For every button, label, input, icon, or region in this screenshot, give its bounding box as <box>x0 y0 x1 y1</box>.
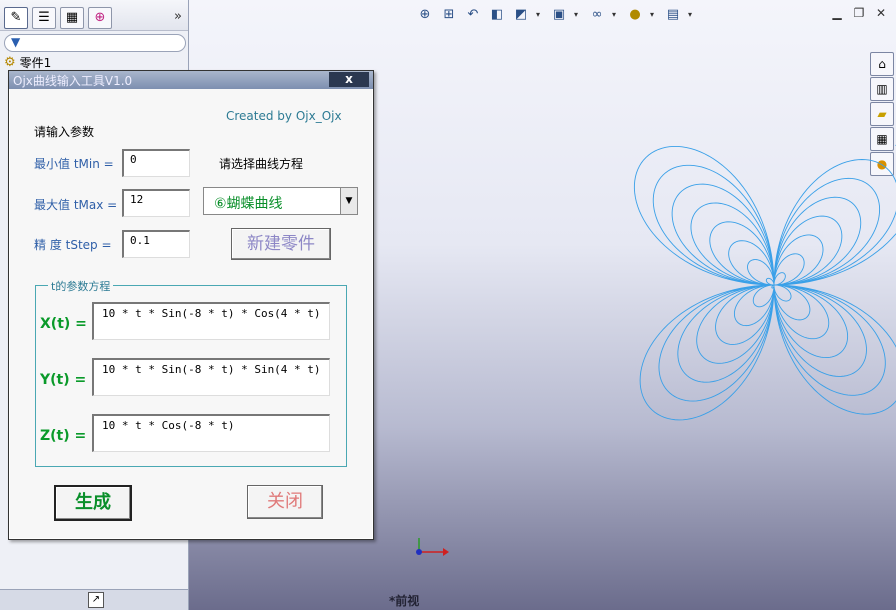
tmin-input[interactable]: 0 <box>122 149 190 177</box>
z-equation-label: Z(t) = <box>40 428 87 444</box>
home-icon[interactable]: ⌂ <box>870 52 894 76</box>
previous-view-icon[interactable]: ↶ <box>464 6 482 24</box>
generate-button[interactable]: 生成 <box>54 485 132 521</box>
filter-bar[interactable]: ▼ <box>4 34 186 52</box>
close-icon[interactable]: ✕ <box>874 6 888 20</box>
view-orientation-icon[interactable]: ◩ <box>512 6 530 24</box>
select-prompt: 请选择曲线方程 <box>219 157 304 171</box>
filter-icon: ▼ <box>11 35 21 49</box>
x-equation-label: X(t) = <box>40 316 87 332</box>
butterfly-curve <box>633 144 896 421</box>
minimize-icon[interactable]: ▁ <box>830 6 844 20</box>
credit-label: Created by Ojx_Ojx <box>226 109 342 123</box>
dimxpert-tab-icon[interactable]: ⊕ <box>88 7 112 29</box>
panel-tabs: ✎ ☰ ▦ ⊕ » <box>0 0 188 31</box>
chevron-down-icon[interactable]: ▾ <box>536 6 544 24</box>
section-view-icon[interactable]: ◧ <box>488 6 506 24</box>
curve-select[interactable]: ⑥蝴蝶曲线 ▼ <box>203 187 358 215</box>
window-controls: ▁ ❐ ✕ <box>830 6 888 20</box>
chevron-down-icon[interactable]: ▾ <box>650 6 658 24</box>
view-settings-icon[interactable]: ▤ <box>664 6 682 24</box>
panel-bottom-bar: ↗ <box>0 589 188 610</box>
chevron-down-icon[interactable]: ▾ <box>688 6 696 24</box>
input-prompt: 请输入参数 <box>34 125 95 139</box>
tree-root-label: 零件1 <box>19 55 52 70</box>
display-style-icon[interactable]: ▣ <box>550 6 568 24</box>
dialog-titlebar[interactable]: Ojx曲线输入工具V1.0 x <box>9 71 373 89</box>
heads-up-view-toolbar: ⊕ ⊞ ↶ ◧ ◩ ▾ ▣ ▾ ∞ ▾ ● ▾ ▤ ▾ <box>416 6 696 24</box>
z-equation-input[interactable]: 10 * t * Cos(-8 * t) <box>92 414 330 452</box>
x-equation-input[interactable]: 10 * t * Sin(-8 * t) * Cos(4 * t) <box>92 302 330 340</box>
view-name-label: *前视 <box>389 594 420 608</box>
edit-appearance-icon[interactable]: ● <box>626 6 644 24</box>
part-icon: ⚙ <box>4 54 16 70</box>
tmax-input[interactable]: 12 <box>122 189 190 217</box>
dialog-title: Ojx曲线输入工具V1.0 <box>13 74 133 88</box>
chevron-down-icon[interactable]: ▾ <box>612 6 620 24</box>
group-title: t的参数方程 <box>48 278 114 294</box>
zoom-to-fit-icon[interactable]: ⊕ <box>416 6 434 24</box>
reference-triad <box>416 538 449 556</box>
close-button[interactable]: 关闭 <box>247 485 323 519</box>
dialog-close-button[interactable]: x <box>329 72 369 87</box>
hide-show-items-icon[interactable]: ∞ <box>588 6 606 24</box>
tmax-label: 最大值 tMax = <box>34 198 118 212</box>
restore-icon[interactable]: ❐ <box>852 6 866 20</box>
curve-input-dialog: Ojx曲线输入工具V1.0 x Created by Ojx_Ojx 请输入参数… <box>8 70 374 540</box>
curve-select-value: ⑥蝴蝶曲线 <box>214 196 283 212</box>
property-manager-tab-icon[interactable]: ☰ <box>32 7 56 29</box>
zoom-area-icon[interactable]: ⊞ <box>440 6 458 24</box>
tstep-label: 精 度 tStep = <box>34 238 112 252</box>
feature-tree-tab-icon[interactable]: ✎ <box>4 7 28 29</box>
chevron-down-icon[interactable]: ▼ <box>340 188 357 214</box>
shortcut-icon[interactable]: ↗ <box>88 592 104 608</box>
y-equation-input[interactable]: 10 * t * Sin(-8 * t) * Sin(4 * t) <box>92 358 330 396</box>
tmin-label: 最小值 tMin = <box>34 157 114 171</box>
curve-path <box>633 144 896 421</box>
configuration-tab-icon[interactable]: ▦ <box>60 7 84 29</box>
panel-more-icon[interactable]: » <box>174 9 182 24</box>
y-equation-label: Y(t) = <box>40 372 87 388</box>
parametric-equation-group: t的参数方程 X(t) = 10 * t * Sin(-8 * t) * Cos… <box>35 278 347 467</box>
chevron-down-icon[interactable]: ▾ <box>574 6 582 24</box>
tree-root-item[interactable]: ⚙ 零件1 <box>4 54 51 70</box>
tstep-input[interactable]: 0.1 <box>122 230 190 258</box>
dialog-body: Created by Ojx_Ojx 请输入参数 最小值 tMin = 0 请选… <box>10 89 372 538</box>
new-part-button[interactable]: 新建零件 <box>231 228 331 260</box>
